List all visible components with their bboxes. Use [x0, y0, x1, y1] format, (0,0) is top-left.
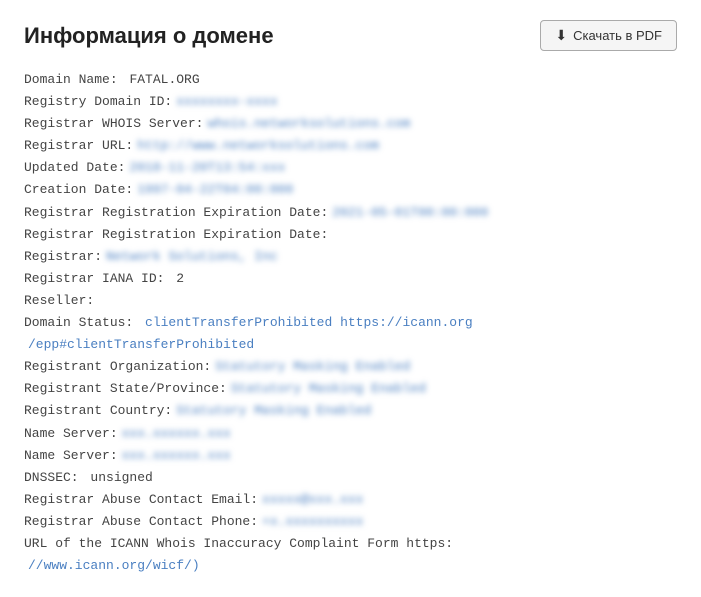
name-server1-row: Name Server: xxx.xxxxxx.xxx — [24, 423, 677, 445]
abuse-email-row: Registrar Abuse Contact Email: xxxxx@xxx… — [24, 489, 677, 511]
updated-date-label: Updated Date: — [24, 157, 125, 179]
expiration-date-value1: 2021-05-01T00:00:000 — [332, 202, 488, 224]
domain-status-row: Domain Status: clientTransferProhibited … — [24, 312, 677, 334]
download-icon: ⬇ — [555, 27, 567, 44]
expiration-date-label1: Registrar Registration Expiration Date: — [24, 202, 328, 224]
icann-value: //www.icann.org/wicf/) — [28, 555, 200, 577]
registrant-state-value: Statutory Masking Enabled — [231, 378, 426, 400]
registrar-whois-label: Registrar WHOIS Server: — [24, 113, 203, 135]
domain-status-value: clientTransferProhibited https://icann.o… — [137, 312, 472, 334]
download-pdf-button[interactable]: ⬇ Скачать в PDF — [540, 20, 677, 51]
domain-status-label: Domain Status: — [24, 312, 133, 334]
registrar-url-label: Registrar URL: — [24, 135, 133, 157]
updated-date-row: Updated Date: 2018-11-20T13:54:xxx — [24, 157, 677, 179]
abuse-email-label: Registrar Abuse Contact Email: — [24, 489, 258, 511]
registry-id-row: Registry Domain ID: xxxxxxxx-xxxx — [24, 91, 677, 113]
domain-name-label: Domain Name: — [24, 69, 118, 91]
expiration-date-row2: Registrar Registration Expiration Date: — [24, 224, 677, 246]
domain-status-value2: /epp#clientTransferProhibited — [28, 334, 254, 356]
creation-date-row: Creation Date: 1997-04-22T04:00:000 — [24, 179, 677, 201]
registry-id-label: Registry Domain ID: — [24, 91, 172, 113]
registrant-country-row: Registrant Country: Statutory Masking En… — [24, 400, 677, 422]
registrant-state-row: Registrant State/Province: Statutory Mas… — [24, 378, 677, 400]
expiration-date-row1: Registrar Registration Expiration Date: … — [24, 202, 677, 224]
expiration-date-label2: Registrar Registration Expiration Date: — [24, 224, 328, 246]
iana-id-row: Registrar IANA ID: 2 — [24, 268, 677, 290]
registrant-country-value: Statutory Masking Enabled — [176, 400, 371, 422]
registrant-country-label: Registrant Country: — [24, 400, 172, 422]
page-header: Информация о домене ⬇ Скачать в PDF — [24, 20, 677, 51]
creation-date-label: Creation Date: — [24, 179, 133, 201]
iana-id-value: 2 — [168, 268, 184, 290]
registrant-org-value: Statutory Masking Enabled — [215, 356, 410, 378]
abuse-phone-label: Registrar Abuse Contact Phone: — [24, 511, 258, 533]
registrant-state-label: Registrant State/Province: — [24, 378, 227, 400]
page-title: Информация о домене — [24, 23, 274, 49]
registrant-org-label: Registrant Organization: — [24, 356, 211, 378]
domain-name-value: FATAL.ORG — [122, 69, 200, 91]
iana-id-label: Registrar IANA ID: — [24, 268, 164, 290]
registry-id-value: xxxxxxxx-xxxx — [176, 91, 277, 113]
whois-content: Domain Name: FATAL.ORG Registry Domain I… — [24, 69, 677, 577]
registrar-value: Network Solutions, Inc — [106, 246, 278, 268]
icann-row: URL of the ICANN Whois Inaccuracy Compla… — [24, 533, 677, 555]
domain-status-row2: /epp#clientTransferProhibited — [24, 334, 677, 356]
download-label: Скачать в PDF — [573, 28, 662, 43]
updated-date-value: 2018-11-20T13:54:xxx — [129, 157, 285, 179]
dnssec-label: DNSSEC: — [24, 467, 79, 489]
registrar-whois-value: whois.networksolutions.com — [207, 113, 410, 135]
name-server1-label: Name Server: — [24, 423, 118, 445]
dnssec-value: unsigned — [83, 467, 153, 489]
icann-label: URL of the ICANN Whois Inaccuracy Compla… — [24, 533, 453, 555]
reseller-label: Reseller: — [24, 290, 94, 312]
dnssec-row: DNSSEC: unsigned — [24, 467, 677, 489]
registrant-org-row: Registrant Organization: Statutory Maski… — [24, 356, 677, 378]
name-server1-value: xxx.xxxxxx.xxx — [122, 423, 231, 445]
name-server2-label: Name Server: — [24, 445, 118, 467]
name-server2-value: xxx.xxxxxx.xxx — [122, 445, 231, 467]
abuse-email-value: xxxxx@xxx.xxx — [262, 489, 363, 511]
abuse-phone-row: Registrar Abuse Contact Phone: +x.xxxxxx… — [24, 511, 677, 533]
registrar-whois-row: Registrar WHOIS Server: whois.networksol… — [24, 113, 677, 135]
registrar-row: Registrar: Network Solutions, Inc — [24, 246, 677, 268]
registrar-label: Registrar: — [24, 246, 102, 268]
icann-value-row: //www.icann.org/wicf/) — [24, 555, 677, 577]
reseller-row: Reseller: — [24, 290, 677, 312]
name-server2-row: Name Server: xxx.xxxxxx.xxx — [24, 445, 677, 467]
domain-name-row: Domain Name: FATAL.ORG — [24, 69, 677, 91]
creation-date-value: 1997-04-22T04:00:000 — [137, 179, 293, 201]
registrar-url-value: http://www.networksolutions.com — [137, 135, 379, 157]
abuse-phone-value: +x.xxxxxxxxxx — [262, 511, 363, 533]
registrar-url-row: Registrar URL: http://www.networksolutio… — [24, 135, 677, 157]
